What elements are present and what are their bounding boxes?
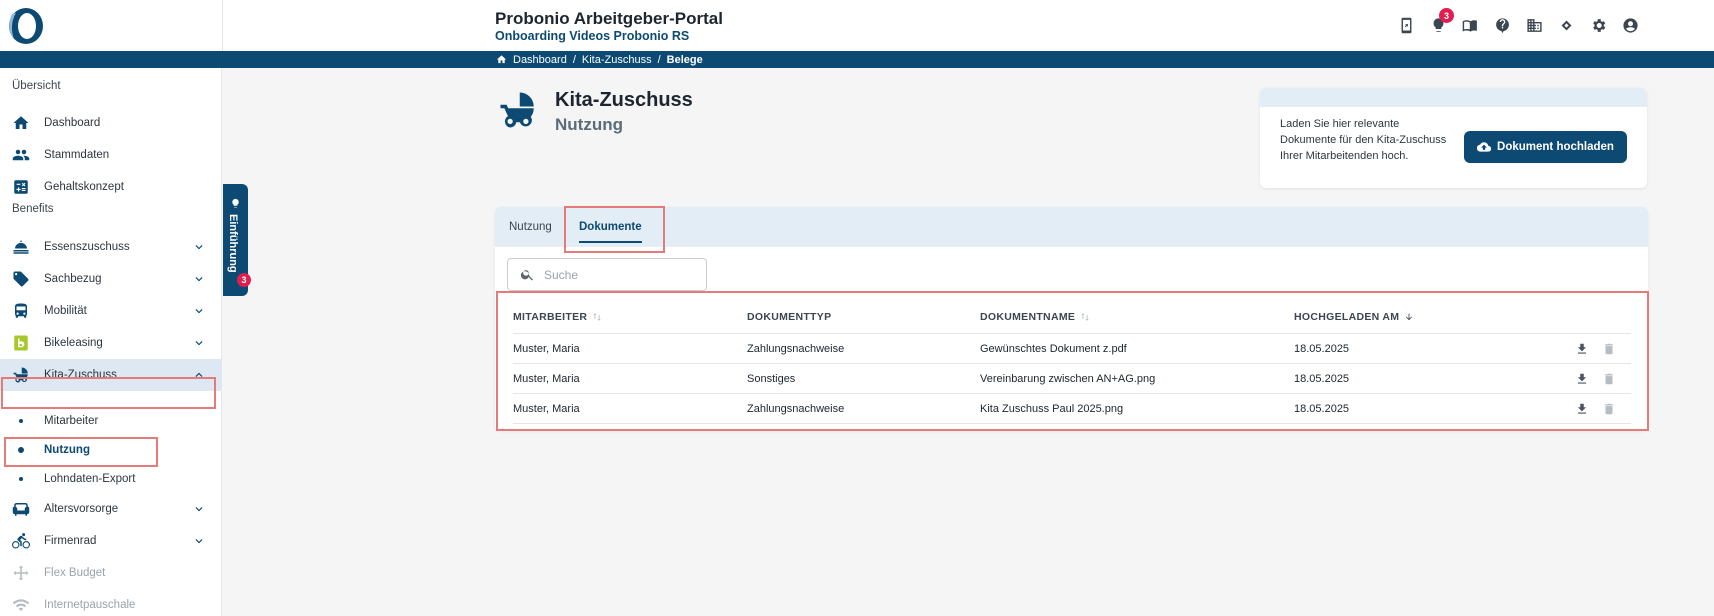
- sidebar-item-dashboard[interactable]: Dashboard: [0, 107, 222, 139]
- phone-icon[interactable]: [1395, 12, 1417, 38]
- lightbulb-icon[interactable]: 3: [1427, 8, 1454, 38]
- flex-icon: [12, 564, 30, 582]
- upload-document-button[interactable]: Dokument hochladen: [1464, 131, 1627, 163]
- bikeleasing-icon: [12, 334, 30, 352]
- breadcrumb-bar: Dashboard / Kita-Zuschuss / Belege: [0, 51, 1714, 68]
- lightbulb-icon: [230, 196, 241, 208]
- sidebar-item-label: Dashboard: [44, 117, 101, 129]
- upload-card-header: [1260, 88, 1647, 107]
- section-title-benefits: Benefits: [12, 203, 54, 215]
- page-subtitle: Nutzung: [555, 115, 623, 134]
- cloud-upload-icon: [1477, 142, 1492, 152]
- sidebar-item-label: Gehaltskonzept: [44, 181, 124, 193]
- people-icon: [12, 146, 30, 164]
- probonio-logo[interactable]: [6, 6, 46, 46]
- section-title-overview: Übersicht: [12, 80, 61, 92]
- book-icon[interactable]: [1459, 12, 1481, 38]
- sidebar-item-bikeleasing[interactable]: Bikeleasing: [0, 327, 222, 359]
- wifi-icon: [12, 596, 30, 614]
- sidebar-item-label: Firmenrad: [44, 535, 97, 547]
- search-input-wrapper: [507, 258, 707, 291]
- food-icon: [12, 238, 30, 256]
- highlight-kita-zuschuss: [1, 377, 216, 409]
- sidebar-subitem-label: Mitarbeiter: [44, 415, 99, 427]
- sidebar-item-stammdaten[interactable]: Stammdaten: [0, 139, 222, 171]
- notification-badge: 3: [1439, 8, 1454, 23]
- tab-nutzung[interactable]: Nutzung: [509, 207, 552, 247]
- top-header: Probonio Arbeitgeber-Portal Onboarding V…: [0, 0, 1714, 51]
- sidebar-subitem-mitarbeiter[interactable]: Mitarbeiter: [0, 407, 222, 435]
- highlight-nutzung: [4, 437, 158, 467]
- sidebar-item-label: Mobilität: [44, 305, 87, 317]
- home-icon: [496, 55, 507, 64]
- account-icon[interactable]: [1619, 12, 1641, 38]
- breadcrumb-current: Belege: [666, 53, 703, 66]
- sidebar-item-label: Altersvorsorge: [44, 503, 119, 515]
- sidebar-item-label: Flex Budget: [44, 567, 106, 579]
- search-input[interactable]: [544, 266, 694, 284]
- breadcrumb-separator: /: [657, 53, 661, 66]
- sidebar-item-label: Sachbezug: [44, 273, 102, 285]
- header-divider: [222, 0, 223, 51]
- app-title: Probonio Arbeitgeber-Portal: [495, 9, 723, 28]
- search-icon: [520, 270, 533, 281]
- header-toolbar: 3: [1395, 8, 1641, 38]
- sidebar-item-flex-budget[interactable]: Flex Budget: [0, 557, 222, 589]
- gear-icon[interactable]: [1587, 12, 1609, 38]
- breadcrumb-kita-zuschuss[interactable]: Kita-Zuschuss: [582, 54, 652, 66]
- sidebar-item-gehaltskonzept[interactable]: Gehaltskonzept: [0, 171, 222, 203]
- stroller-icon: [497, 89, 539, 131]
- tab-bar: Nutzung Dokumente: [495, 207, 1648, 247]
- sidebar: Übersicht Dashboard Stammdaten Gehaltsko…: [0, 68, 222, 616]
- page-title: Kita-Zuschuss: [555, 89, 693, 111]
- app-subtitle: Onboarding Videos Probonio RS: [495, 29, 690, 43]
- sidebar-item-firmenrad[interactable]: Firmenrad: [0, 525, 222, 557]
- chevron-down-icon: [192, 272, 206, 286]
- highlight-documents-table: [496, 291, 1649, 431]
- tag-icon: [12, 270, 30, 288]
- highlight-tab-dokumente: [564, 206, 665, 253]
- bullet-dot: [19, 419, 23, 423]
- breadcrumb-dashboard[interactable]: Dashboard: [513, 54, 567, 66]
- handshake-icon[interactable]: [1555, 12, 1577, 38]
- chevron-down-icon: [192, 502, 206, 516]
- chevron-down-icon: [192, 304, 206, 318]
- sofa-icon: [12, 500, 30, 518]
- chevron-down-icon: [192, 240, 206, 254]
- help-icon[interactable]: [1491, 12, 1513, 38]
- sidebar-subitem-label: Lohndaten-Export: [44, 473, 136, 485]
- chevron-down-icon: [192, 534, 206, 548]
- building-icon[interactable]: [1523, 12, 1545, 38]
- upload-card: Laden Sie hier relevante Dokumente für d…: [1260, 88, 1647, 188]
- home-icon: [12, 114, 30, 132]
- sidebar-item-label: Essenszuschuss: [44, 241, 130, 253]
- upload-description: Laden Sie hier relevante Dokumente für d…: [1280, 118, 1447, 162]
- sidebar-item-internetpauschale[interactable]: Internetpauschale: [0, 589, 222, 616]
- intro-tab-label: Einführung: [227, 214, 239, 273]
- intro-badge: 3: [237, 273, 251, 287]
- sidebar-item-mobilitaet[interactable]: Mobilität: [0, 295, 222, 327]
- upload-button-label: Dokument hochladen: [1497, 141, 1614, 153]
- sidebar-subitem-lohndaten-export[interactable]: Lohndaten-Export: [0, 465, 222, 493]
- bicycle-icon: [12, 532, 30, 550]
- chevron-down-icon: [192, 336, 206, 350]
- sidebar-item-altersvorsorge[interactable]: Altersvorsorge: [0, 493, 222, 525]
- sidebar-item-label: Stammdaten: [44, 149, 110, 161]
- sidebar-item-label: Internetpauschale: [44, 599, 136, 611]
- sidebar-item-label: Bikeleasing: [44, 337, 103, 349]
- calculator-icon: [12, 178, 30, 196]
- breadcrumb: Dashboard / Kita-Zuschuss / Belege: [496, 53, 703, 66]
- sidebar-item-essenszuschuss[interactable]: Essenszuschuss: [0, 231, 222, 263]
- bus-icon: [12, 302, 30, 320]
- bullet-dot: [19, 477, 23, 481]
- sidebar-item-sachbezug[interactable]: Sachbezug: [0, 263, 222, 295]
- breadcrumb-separator: /: [572, 53, 576, 66]
